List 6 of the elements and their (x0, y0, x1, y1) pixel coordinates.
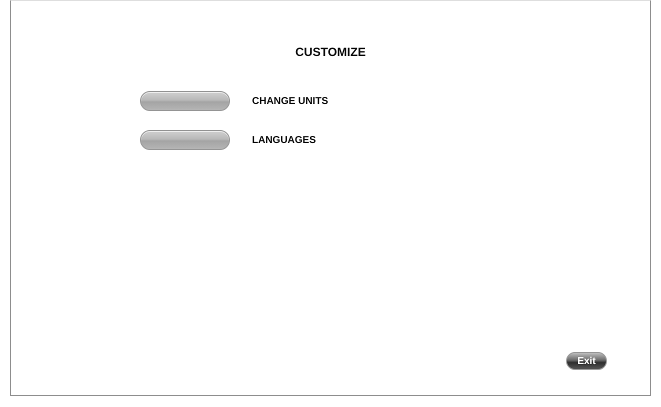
page-title: CUSTOMIZE (294, 45, 367, 59)
option-label: CHANGE UNITS (252, 96, 328, 106)
option-button[interactable] (140, 130, 230, 150)
option-button[interactable] (140, 91, 230, 111)
option-label: LANGUAGES (252, 134, 316, 146)
exit-button[interactable]: Exit (566, 352, 607, 370)
